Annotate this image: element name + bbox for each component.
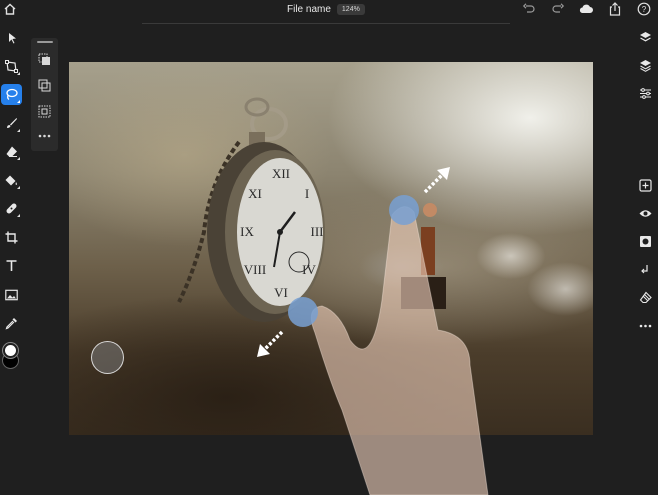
new-selection-icon <box>38 53 50 65</box>
layers-icon <box>640 32 651 42</box>
undo-icon[interactable] <box>521 1 537 17</box>
mask-icon <box>640 236 651 247</box>
more-tools-indicator <box>17 186 20 189</box>
crop-icon <box>5 231 18 244</box>
svg-text:VI: VI <box>274 285 288 300</box>
eyedropper-icon <box>5 318 17 330</box>
svg-text:III: III <box>311 224 324 239</box>
brush-tool[interactable] <box>1 113 22 134</box>
adjustments-button[interactable] <box>635 83 656 104</box>
more-tools-indicator <box>17 157 20 160</box>
layer-properties-button[interactable] <box>635 55 656 76</box>
help-icon[interactable]: ? <box>636 1 652 17</box>
document-title-group: File name 124% <box>287 1 365 17</box>
foreground-color-swatch[interactable] <box>3 343 18 358</box>
image-icon <box>5 289 18 300</box>
left-toolbar <box>0 24 23 495</box>
svg-text:IV: IV <box>302 262 316 277</box>
cloud-icon[interactable] <box>578 1 594 17</box>
visibility-button[interactable] <box>635 203 656 224</box>
svg-text:XI: XI <box>248 186 262 201</box>
svg-text:XII: XII <box>272 166 290 181</box>
svg-text:VIII: VIII <box>244 262 266 277</box>
healing-tool[interactable] <box>1 198 22 219</box>
top-divider <box>142 23 510 24</box>
lasso-tool-options-panel <box>31 38 58 151</box>
right-toolbar <box>633 24 658 495</box>
redo-icon[interactable] <box>550 1 566 17</box>
subtract-selection-icon <box>38 105 51 118</box>
add-selection-option[interactable] <box>36 77 53 94</box>
visibility-icon <box>639 210 652 217</box>
more-icon <box>639 324 652 327</box>
crop-tool[interactable] <box>1 227 22 248</box>
eraser-layer-button[interactable] <box>635 287 656 308</box>
zoom-level-badge[interactable]: 124% <box>336 3 365 15</box>
eraser-tool[interactable] <box>1 141 22 162</box>
svg-text:IX: IX <box>240 224 254 239</box>
lasso-tool[interactable] <box>1 84 22 105</box>
layers-button[interactable] <box>635 27 656 48</box>
file-name[interactable]: File name <box>287 4 331 15</box>
more-options-button[interactable] <box>36 127 53 144</box>
place-image-tool[interactable] <box>1 284 22 305</box>
subtract-selection-option[interactable] <box>36 103 53 120</box>
add-layer-button[interactable] <box>635 175 656 196</box>
type-icon <box>6 260 17 271</box>
panel-grab-handle[interactable] <box>37 41 53 43</box>
fill-tool[interactable] <box>1 170 22 191</box>
more-options-icon <box>38 134 51 137</box>
more-tools-indicator <box>17 214 20 217</box>
svg-text:?: ? <box>642 5 647 14</box>
share-icon[interactable] <box>607 1 623 17</box>
touch-shortcut-button[interactable] <box>91 341 124 374</box>
layer-properties-icon <box>640 60 651 72</box>
clipping-mask-button[interactable] <box>635 259 656 280</box>
more-tools-indicator <box>17 72 20 75</box>
transform-tool[interactable] <box>1 56 22 77</box>
mask-button[interactable] <box>635 231 656 252</box>
top-bar: File name 124% ? <box>0 0 658 18</box>
home-icon[interactable] <box>2 1 18 17</box>
svg-text:I: I <box>305 186 309 201</box>
type-tool[interactable] <box>1 255 22 276</box>
adjustments-icon <box>640 88 651 99</box>
clipping-icon <box>641 265 648 274</box>
add-layer-icon <box>639 179 652 192</box>
pocket-watch: XII I III IV VI VIII IX XI <box>177 97 446 322</box>
more-tools-indicator <box>17 129 20 132</box>
add-selection-icon <box>38 79 51 92</box>
more-tools-indicator <box>17 100 20 103</box>
eraser-layer-icon <box>639 291 652 304</box>
arrow-cursor-icon <box>8 32 16 43</box>
document-canvas[interactable]: XII I III IV VI VIII IX XI <box>69 62 593 435</box>
move-tool[interactable] <box>1 27 22 48</box>
new-selection-option[interactable] <box>36 51 53 68</box>
more-button[interactable] <box>635 315 656 336</box>
eyedropper-tool[interactable] <box>1 313 22 334</box>
